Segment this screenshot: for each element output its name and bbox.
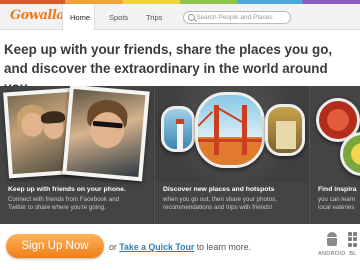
sunglasses-photo-image [66, 89, 146, 177]
site-header: Gowalla Home Spots Trips [0, 4, 360, 30]
sign-up-button[interactable]: Sign Up Now [6, 234, 104, 258]
nav-spots[interactable]: Spots [109, 13, 128, 22]
feature-desc-friends: Connect with friends from Facebook and T… [8, 196, 120, 211]
blackberry-icon [348, 232, 358, 247]
feature-desc-inspiration: you can learn local eateries [318, 196, 356, 211]
feature-desc-places: when you go out, then share your photos,… [163, 196, 277, 211]
quick-tour-link[interactable]: Take a Quick Tour [119, 242, 194, 252]
nav-home[interactable]: Home [70, 13, 90, 22]
feature-title-friends: Keep up with friends on your phone. [8, 186, 126, 193]
blackberry-platform-link[interactable]: BL [348, 232, 358, 257]
golden-gate-badge-icon [195, 92, 265, 168]
logo-text: Gowalla [10, 8, 65, 23]
feature-panel-inspiration: Find inspira you can learn local eaterie… [309, 86, 360, 224]
feature-title-places: Discover new places and hotspots [163, 186, 275, 193]
android-platform-link[interactable]: ANDROID [318, 232, 345, 257]
feature-panel-places: Discover new places and hotspots when yo… [154, 86, 308, 224]
feature-title-inspiration: Find inspira [318, 186, 357, 193]
cta-or-text: or [109, 242, 120, 252]
android-label: ANDROID [318, 251, 346, 257]
nav-trips[interactable]: Trips [146, 13, 162, 22]
feature-panel-friends: Keep up with friends on your phone. Conn… [0, 86, 153, 224]
features-band: Keep up with friends on your phone. Conn… [0, 86, 360, 224]
lighthouse-badge-icon [161, 106, 195, 152]
tour-prompt: or Take a Quick Tour to learn more. [109, 242, 251, 252]
landmark-badge-icon [265, 104, 305, 156]
gowalla-logo[interactable]: Gowalla [6, 7, 65, 27]
cta-suffix-text: to learn more. [194, 242, 251, 252]
search-box [183, 11, 291, 24]
sunglasses-photo [62, 86, 150, 182]
android-icon [326, 232, 338, 247]
search-input[interactable] [196, 12, 290, 23]
blackberry-label: BL [349, 251, 357, 257]
search-icon [188, 14, 195, 21]
